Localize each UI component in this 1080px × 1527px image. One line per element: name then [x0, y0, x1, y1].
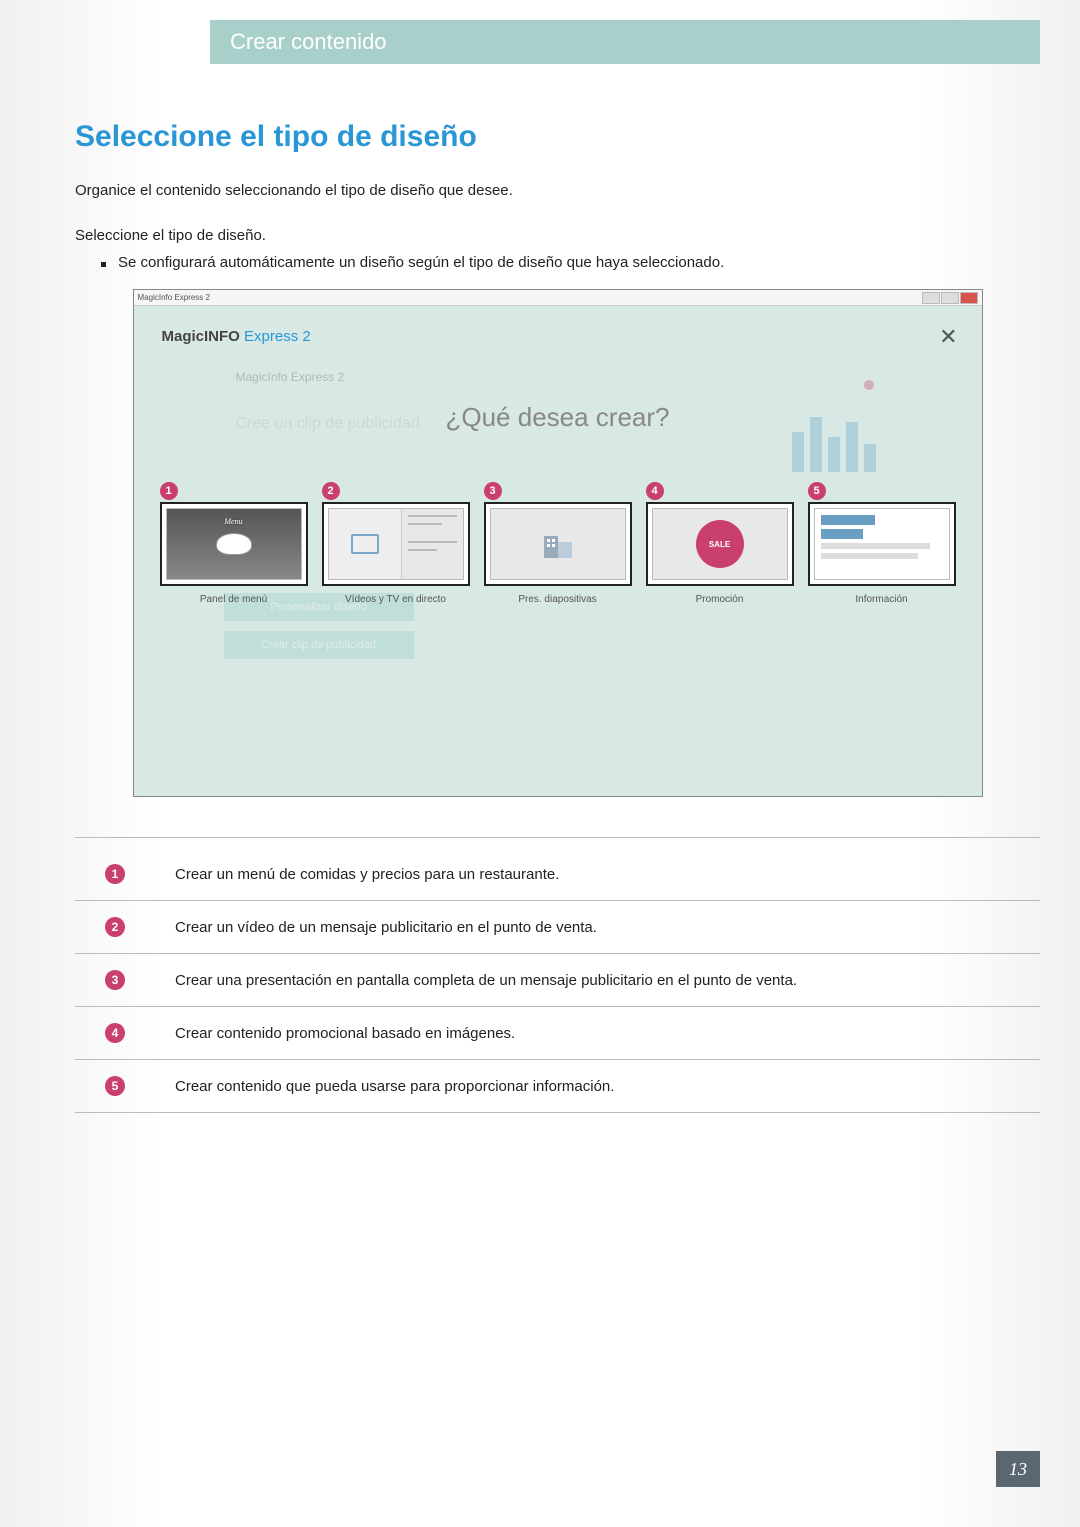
page: Crear contenido Seleccione el tipo de di…	[0, 0, 1080, 1527]
menu-script-icon: Menu	[224, 517, 242, 526]
intro-text: Organice el contenido seleccionando el t…	[75, 182, 1040, 199]
app-area: MagicINFO Express 2 ✕ MagicInfo Express …	[134, 306, 982, 796]
card-label: Pres. diapositivas	[484, 594, 632, 605]
legend-text: Crear un vídeo de un mensaje publicitari…	[175, 919, 597, 936]
card-slideshow[interactable]: 3 Pres. diapositivas	[484, 502, 632, 605]
logo-prefix: Magic	[162, 328, 205, 345]
breadcrumb: Crear contenido	[230, 29, 387, 55]
legend-row-1: 1 Crear un menú de comidas y precios par…	[75, 848, 1040, 901]
header-bar: Crear contenido	[210, 20, 1040, 64]
close-button[interactable]	[960, 292, 978, 304]
card-label: Panel de menú	[160, 594, 308, 605]
sale-text: SALE	[709, 540, 730, 549]
step-text: Seleccione el tipo de diseño.	[75, 227, 1040, 244]
legend-text: Crear una presentación en pantalla compl…	[175, 972, 797, 989]
legend-row-2: 2 Crear un vídeo de un mensaje publicita…	[75, 901, 1040, 954]
card-thumbnail	[814, 508, 950, 580]
building-icon	[538, 524, 578, 564]
window-titlebar: MagicInfo Express 2	[134, 290, 982, 306]
window-buttons	[922, 292, 978, 304]
logo-mid: INFO	[204, 328, 240, 345]
modal-close-icon[interactable]: ✕	[939, 324, 957, 350]
legend-row-3: 3 Crear una presentación en pantalla com…	[75, 954, 1040, 1007]
page-number-text: 13	[1009, 1459, 1027, 1480]
card-thumbnail	[328, 508, 464, 580]
app-screenshot: MagicInfo Express 2 MagicINFO Express 2 …	[133, 289, 983, 797]
card-information[interactable]: 5 Información	[808, 502, 956, 605]
card-frame: Menu	[160, 502, 308, 586]
badge-4: 4	[646, 482, 664, 500]
faded-title: MagicInfo Express 2	[224, 370, 484, 384]
bullet-item: Se configurará automáticamente un diseño…	[101, 254, 1040, 271]
minimize-button[interactable]	[922, 292, 940, 304]
card-thumbnail: Menu	[166, 508, 302, 580]
section-title: Seleccione el tipo de diseño	[75, 120, 1040, 154]
card-menu-panel[interactable]: 1 Menu Panel de menú	[160, 502, 308, 605]
legend-badge: 1	[105, 864, 125, 884]
card-video-tv[interactable]: 2	[322, 502, 470, 605]
logo-suffix: Express 2	[240, 328, 311, 345]
legend-badge: 5	[105, 1076, 125, 1096]
divider	[75, 837, 1040, 838]
card-frame	[808, 502, 956, 586]
sale-starburst-icon: SALE	[696, 520, 744, 568]
card-frame: SALE	[646, 502, 794, 586]
modal-question: ¿Qué desea crear?	[134, 402, 982, 433]
badge-2: 2	[322, 482, 340, 500]
badge-1: 1	[160, 482, 178, 500]
window-title: MagicInfo Express 2	[138, 293, 210, 302]
legend-badge: 3	[105, 970, 125, 990]
content-area: Seleccione el tipo de diseño Organice el…	[75, 120, 1040, 1113]
card-promotion[interactable]: 4 SALE Promoción	[646, 502, 794, 605]
card-label: Información	[808, 594, 956, 605]
legend-text: Crear contenido promocional basado en im…	[175, 1025, 515, 1042]
card-frame	[322, 502, 470, 586]
badge-5: 5	[808, 482, 826, 500]
card-frame	[484, 502, 632, 586]
app-logo: MagicINFO Express 2	[162, 328, 311, 345]
legend-row-5: 5 Crear contenido que pueda usarse para …	[75, 1060, 1040, 1113]
card-label: Promoción	[646, 594, 794, 605]
tv-icon	[351, 534, 379, 554]
plate-icon	[216, 533, 252, 555]
legend-text: Crear un menú de comidas y precios para …	[175, 866, 559, 883]
bg-dot-icon	[864, 380, 874, 390]
legend-badge: 2	[105, 917, 125, 937]
card-thumbnail: SALE	[652, 508, 788, 580]
faded-button-2: Crear clip de publicidad	[224, 631, 414, 659]
bullet-text: Se configurará automáticamente un diseño…	[118, 254, 724, 271]
card-thumbnail	[490, 508, 626, 580]
maximize-button[interactable]	[941, 292, 959, 304]
bullet-dot-icon	[101, 262, 106, 267]
legend-text: Crear contenido que pueda usarse para pr…	[175, 1078, 614, 1095]
design-type-row: 1 Menu Panel de menú 2	[160, 502, 956, 605]
page-number: 13	[996, 1451, 1040, 1487]
card-label: Vídeos y TV en directo	[322, 594, 470, 605]
legend-badge: 4	[105, 1023, 125, 1043]
badge-3: 3	[484, 482, 502, 500]
legend-row-4: 4 Crear contenido promocional basado en …	[75, 1007, 1040, 1060]
